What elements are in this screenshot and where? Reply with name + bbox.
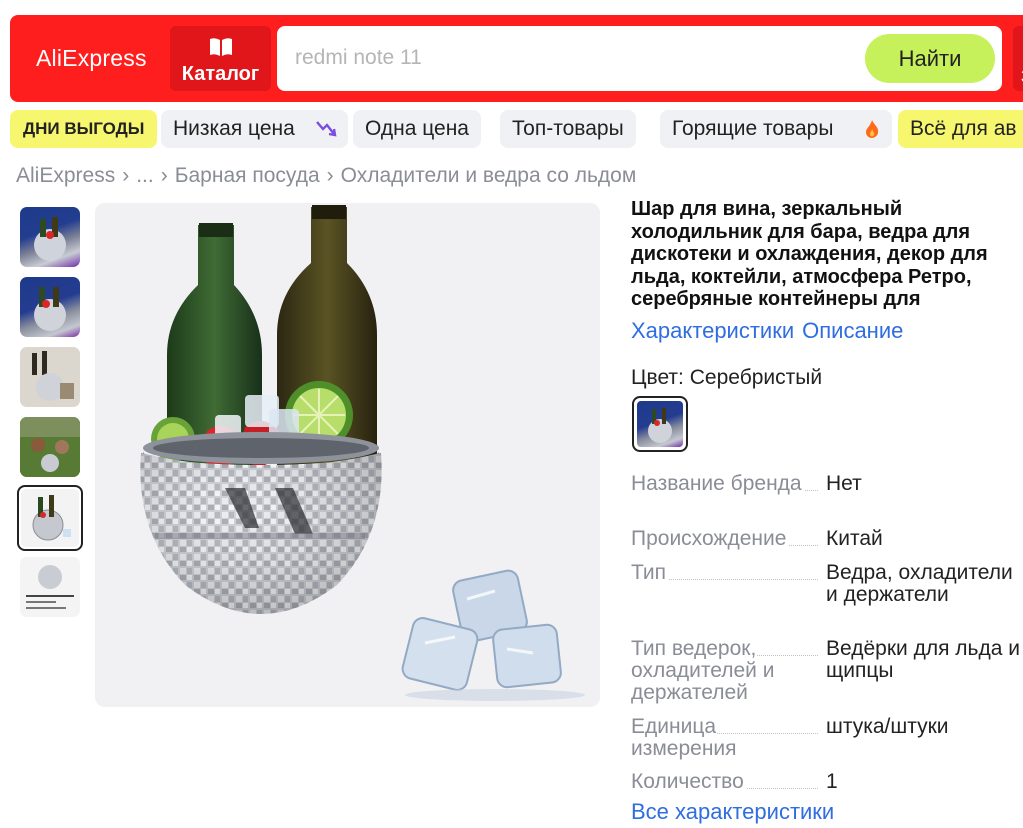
spec-key: Название бренда: [631, 472, 804, 495]
chevron-right-icon: ›: [326, 164, 334, 187]
top-header: AliExpress Каталог Найти З: [10, 15, 1023, 102]
search-button[interactable]: Найти: [865, 34, 995, 83]
spec-value: Нет: [826, 472, 862, 495]
thumbnail-6[interactable]: [20, 557, 80, 617]
spec-value: Ведёрки для льда и щипцы: [826, 637, 1020, 682]
chip-hot-products[interactable]: Горящие товары: [660, 110, 892, 148]
breadcrumb: AliExpress ›... › Барная посуда › Охладители …: [16, 164, 636, 188]
catalog-label: Каталог: [181, 63, 260, 85]
chip-label: ДНИ ВЫГОДЫ: [23, 119, 145, 138]
spec-key: Происхождение: [631, 527, 789, 550]
product-title: Шар для вина, зеркальный холодильник для…: [631, 198, 988, 311]
picnic-photo-icon: [20, 417, 80, 477]
chip-label: Низкая цена: [173, 117, 295, 140]
breadcrumb-item[interactable]: AliExpress: [16, 164, 115, 188]
spec-value: Китай: [826, 527, 883, 550]
thumbnail-4[interactable]: [20, 417, 80, 477]
thumbnail-1[interactable]: [20, 207, 80, 267]
search-bar: Найти: [277, 26, 1002, 91]
aliexpress-logo[interactable]: AliExpress: [36, 45, 147, 72]
thumbnail-2[interactable]: [20, 277, 80, 337]
disco-ball-icon: [32, 495, 71, 541]
product-anchors: Характеристики Описание: [631, 318, 911, 344]
fire-icon: [866, 120, 879, 138]
all-characteristics-link[interactable]: Все характеристики: [631, 799, 834, 825]
bottles-on-table-icon: [20, 347, 80, 407]
chip-top-products[interactable]: Топ-товары: [500, 110, 636, 148]
thumbnail-5-image: [21, 489, 79, 547]
chip-one-price[interactable]: Одна цена: [353, 110, 481, 148]
size-chart-icon: [20, 557, 80, 617]
disco-ball-wine-cooler-image: [95, 203, 600, 707]
spec-value: штука/штуки: [826, 715, 949, 738]
chip-label: Топ-товары: [512, 117, 624, 140]
disco-ball-icon: [34, 287, 66, 331]
chip-label: Всё для ав: [910, 117, 1017, 140]
chevron-right-icon: ›: [122, 164, 130, 187]
chip-label: Одна цена: [365, 117, 469, 140]
chip-low-price[interactable]: Низкая цена: [161, 110, 348, 148]
characteristics-link[interactable]: Характеристики: [631, 318, 794, 343]
thumbnail-5-selected[interactable]: [17, 485, 83, 551]
chip-profit-days[interactable]: ДНИ ВЫГОДЫ: [10, 110, 158, 148]
swatch-image: [637, 401, 683, 447]
spec-key: Единица измерения: [631, 715, 739, 760]
spec-key: Тип: [631, 561, 669, 584]
chevron-right-icon: ›: [160, 164, 168, 187]
color-swatch-silver[interactable]: [632, 396, 688, 452]
search-input[interactable]: [295, 40, 855, 76]
spec-value: 1: [826, 770, 838, 793]
spec-value: Ведра, охладители и держатели: [826, 561, 1013, 606]
color-label: Цвет: Серебристый: [631, 366, 823, 389]
spec-key: Количество: [631, 770, 746, 793]
description-link[interactable]: Описание: [802, 318, 903, 343]
breadcrumb-item[interactable]: Барная посуда: [175, 164, 320, 188]
catalog-button[interactable]: Каталог: [170, 26, 271, 91]
chip-everything-for[interactable]: Всё для ав: [898, 110, 1023, 148]
header-right-button[interactable]: З: [1013, 26, 1023, 91]
trend-down-icon: [316, 121, 337, 137]
breadcrumb-item[interactable]: Охладители и ведра со льдом: [341, 164, 637, 188]
main-product-image[interactable]: [95, 203, 600, 707]
breadcrumb-item[interactable]: ...: [136, 164, 154, 188]
spec-key: Тип ведерок, охладителей и держателей: [631, 637, 775, 704]
book-icon: [210, 38, 232, 56]
chip-label: Горящие товары: [672, 117, 834, 140]
disco-ball-icon: [648, 408, 672, 443]
disco-ball-icon: [34, 217, 66, 261]
thumbnail-3[interactable]: [20, 347, 80, 407]
